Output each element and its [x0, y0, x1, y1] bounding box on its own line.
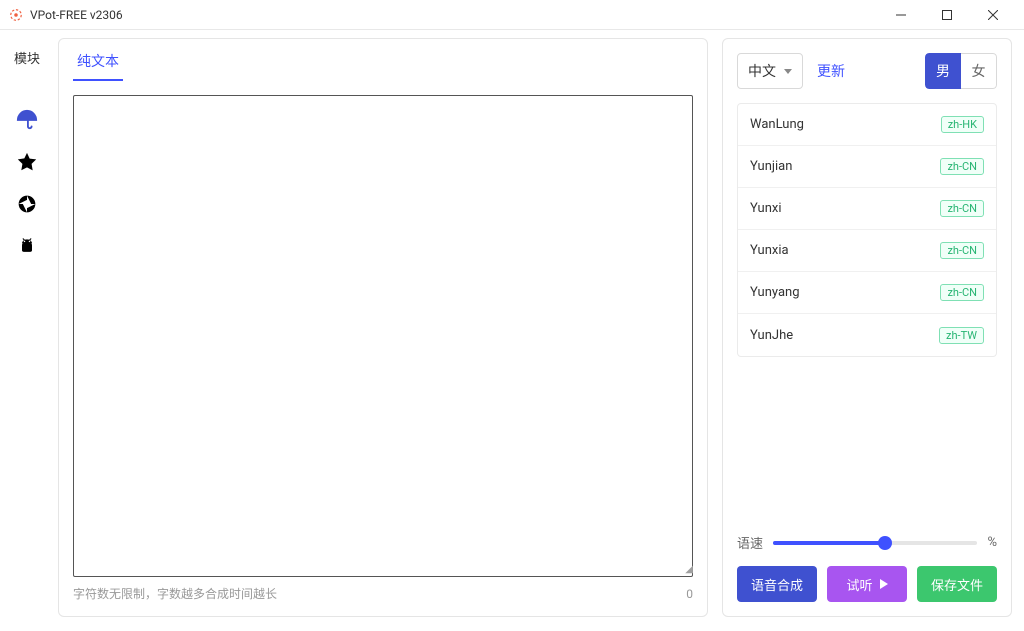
voice-locale-badge: zh-TW: [939, 327, 984, 344]
sidebar-module-label: 模块: [14, 40, 40, 75]
window-controls: [878, 0, 1016, 30]
save-file-button[interactable]: 保存文件: [917, 566, 997, 602]
voice-list: WanLung zh-HK Yunjian zh-CN Yunxi zh-CN …: [737, 103, 997, 357]
speed-slider[interactable]: [773, 534, 977, 552]
sidebar: 模块: [0, 30, 54, 631]
voice-panel: 中文 更新 男 女 WanLung zh-HK Yunjian zh-CN: [722, 38, 1012, 617]
voice-name: WanLung: [750, 117, 804, 132]
star-icon[interactable]: [6, 141, 48, 183]
umbrella-icon[interactable]: [6, 99, 48, 141]
android-icon[interactable]: [6, 225, 48, 267]
voice-item[interactable]: WanLung zh-HK: [738, 104, 996, 146]
language-select[interactable]: 中文: [737, 53, 803, 89]
voice-locale-badge: zh-CN: [940, 284, 984, 301]
gender-female-button[interactable]: 女: [961, 53, 997, 89]
chevron-down-icon: [784, 69, 792, 74]
maximize-button[interactable]: [924, 0, 970, 30]
voice-name: Yunxia: [750, 243, 789, 258]
synthesize-button[interactable]: 语音合成: [737, 566, 817, 602]
language-value: 中文: [748, 61, 776, 81]
titlebar: VPot-FREE v2306: [0, 0, 1024, 30]
close-button[interactable]: [970, 0, 1016, 30]
voice-locale-badge: zh-CN: [940, 200, 984, 217]
minimize-button[interactable]: [878, 0, 924, 30]
slider-fill: [773, 541, 885, 545]
voice-name: YunJhe: [750, 328, 793, 343]
tabs-row: 纯文本: [73, 39, 693, 81]
speed-label: 语速: [737, 533, 763, 552]
main-textarea[interactable]: [73, 95, 693, 577]
char-count: 0: [686, 587, 693, 601]
preview-label: 试听: [846, 575, 872, 594]
speed-row: 语速 %: [737, 515, 997, 552]
voice-item[interactable]: YunJhe zh-TW: [738, 314, 996, 356]
voice-locale-badge: zh-CN: [940, 158, 984, 175]
gender-toggle: 男 女: [925, 53, 997, 89]
voice-name: Yunyang: [750, 285, 800, 300]
voice-item[interactable]: Yunxia zh-CN: [738, 230, 996, 272]
play-icon: [880, 579, 888, 589]
gender-male-button[interactable]: 男: [925, 53, 961, 89]
voice-name: Yunjian: [750, 159, 792, 174]
voice-locale-badge: zh-CN: [940, 242, 984, 259]
tab-plaintext[interactable]: 纯文本: [73, 43, 123, 81]
voice-item[interactable]: Yunxi zh-CN: [738, 188, 996, 230]
voice-locale-badge: zh-HK: [941, 116, 984, 133]
voice-name: Yunxi: [750, 201, 782, 216]
update-link[interactable]: 更新: [817, 61, 845, 81]
voice-item[interactable]: Yunjian zh-CN: [738, 146, 996, 188]
voice-item[interactable]: Yunyang zh-CN: [738, 272, 996, 314]
aperture-icon[interactable]: [6, 183, 48, 225]
preview-button[interactable]: 试听: [827, 566, 907, 602]
hint-text: 字符数无限制，字数越多合成时间越长: [73, 585, 277, 602]
text-panel: 纯文本 ◢ 字符数无限制，字数越多合成时间越长 0: [58, 38, 708, 617]
speed-unit: %: [987, 535, 997, 550]
app-icon: [8, 7, 24, 23]
window-title: VPot-FREE v2306: [30, 8, 878, 22]
slider-thumb[interactable]: [878, 536, 892, 550]
